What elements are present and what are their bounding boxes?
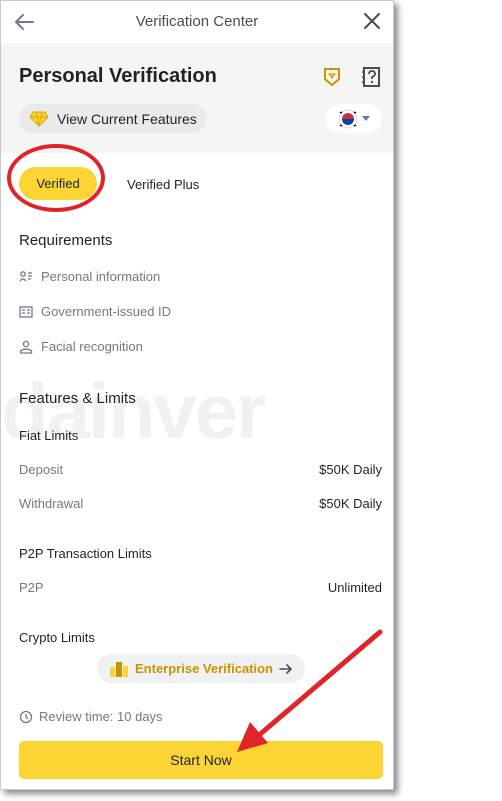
enterprise-verification-label: Enterprise Verification <box>135 661 273 676</box>
limit-row: Deposit $50K Daily <box>19 462 382 477</box>
limit-value: $50K Daily <box>319 496 382 511</box>
requirement-label: Personal information <box>41 269 161 284</box>
close-icon[interactable] <box>361 10 383 32</box>
person-icon <box>19 340 33 354</box>
requirement-item: Government-issued ID <box>19 304 171 319</box>
start-now-button[interactable]: Start Now <box>19 741 383 779</box>
annotation-circle <box>7 144 105 212</box>
id-document-icon <box>19 305 33 318</box>
requirement-item: Facial recognition <box>19 339 143 354</box>
requirements-title: Requirements <box>19 232 113 249</box>
country-selector[interactable] <box>325 104 382 133</box>
diamond-icon <box>29 111 49 127</box>
limit-row: P2P Unlimited <box>19 580 382 595</box>
crypto-limits-title: Crypto Limits <box>19 630 95 645</box>
caret-down-icon <box>361 115 370 121</box>
view-current-features-label: View Current Features <box>57 110 197 127</box>
arrow-right-icon <box>279 663 293 674</box>
limit-value: Unlimited <box>327 580 382 595</box>
requirement-label: Government-issued ID <box>41 304 172 319</box>
view-current-features-button[interactable]: View Current Features <box>19 104 207 133</box>
clock-refresh-icon <box>19 710 33 723</box>
limit-label: Withdrawal <box>19 496 84 511</box>
review-time-label: Review time: 10 days <box>39 709 163 724</box>
limit-value: $50K Daily <box>319 462 382 477</box>
page-title: Personal Verification <box>19 65 217 87</box>
enterprise-verification-button[interactable]: Enterprise Verification <box>97 654 305 683</box>
limit-label: Deposit <box>19 462 64 477</box>
features-limits-title: Features & Limits <box>19 390 136 407</box>
help-book-icon[interactable] <box>361 66 381 88</box>
review-time: Review time: 10 days <box>19 709 163 724</box>
id-card-list-icon <box>19 270 32 281</box>
p2p-limits-title: P2P Transaction Limits <box>19 546 152 561</box>
buildings-icon <box>110 661 128 677</box>
south-korea-flag-icon <box>338 109 357 128</box>
limit-row: Withdrawal $50K Daily <box>19 496 382 511</box>
requirement-label: Facial recognition <box>41 339 143 354</box>
tab-verified-plus[interactable]: Verified Plus <box>127 177 199 192</box>
top-bar: Verification Center <box>1 1 393 43</box>
watermark: dainver <box>1 367 266 455</box>
fiat-limits-title: Fiat Limits <box>19 428 79 443</box>
requirement-item: Personal information <box>19 269 160 284</box>
hero-section <box>1 43 393 153</box>
shield-icon[interactable] <box>322 67 342 87</box>
limit-label: P2P <box>19 580 44 595</box>
app-window: Verification Center Personal Verificatio… <box>0 0 394 790</box>
window-title: Verification Center <box>135 13 259 30</box>
